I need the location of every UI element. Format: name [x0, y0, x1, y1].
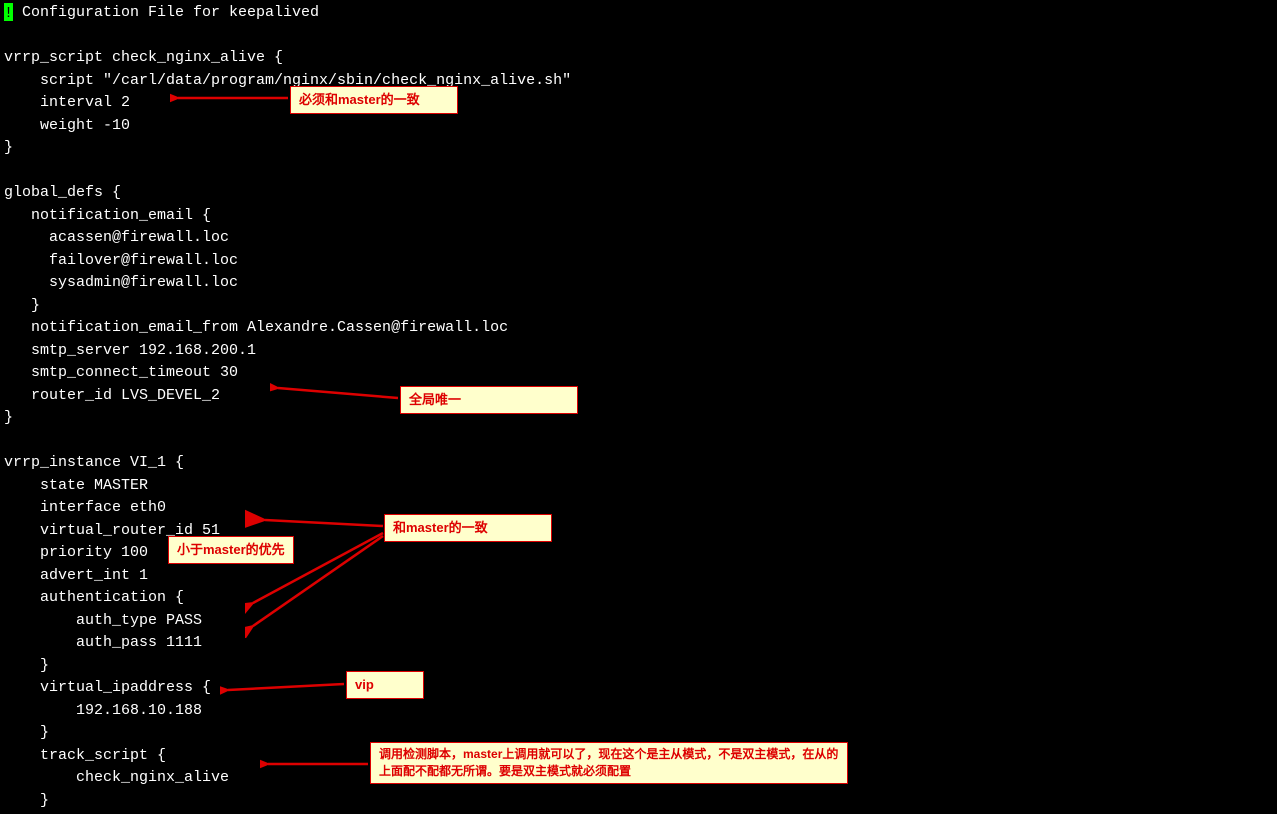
config-line	[4, 25, 1273, 48]
config-line: router_id LVS_DEVEL_2	[4, 385, 1273, 408]
config-line: vrrp_script check_nginx_alive {	[4, 47, 1273, 70]
config-line: virtual_ipaddress {	[4, 677, 1273, 700]
annotation-interval: 必须和master的一致	[290, 86, 458, 114]
config-line: smtp_server 192.168.200.1	[4, 340, 1273, 363]
terminal-output: ! Configuration File for keepalived vrrp…	[0, 0, 1277, 814]
config-line: global_defs {	[4, 182, 1273, 205]
config-line: ! Configuration File for keepalived	[4, 2, 1273, 25]
annotation-routerid: 全局唯一	[400, 386, 578, 414]
annotation-priority: 小于master的优先	[168, 536, 294, 564]
config-line: weight -10	[4, 115, 1273, 138]
config-text: Configuration File for keepalived	[13, 4, 319, 21]
config-line: interface eth0	[4, 497, 1273, 520]
config-line: notification_email {	[4, 205, 1273, 228]
config-line: auth_pass 1111	[4, 632, 1273, 655]
config-line: vrrp_instance VI_1 {	[4, 452, 1273, 475]
annotation-virtual-router: 和master的一致	[384, 514, 552, 542]
annotation-vip: vip	[346, 671, 424, 699]
config-line: failover@firewall.loc	[4, 250, 1273, 273]
config-line: }	[4, 295, 1273, 318]
config-line	[4, 160, 1273, 183]
config-line: smtp_connect_timeout 30	[4, 362, 1273, 385]
config-line: state MASTER	[4, 475, 1273, 498]
config-line: }	[4, 407, 1273, 430]
config-line: authentication {	[4, 587, 1273, 610]
config-line: 192.168.10.188	[4, 700, 1273, 723]
config-line: interval 2	[4, 92, 1273, 115]
annotation-track-script: 调用检测脚本，master上调用就可以了，现在这个是主从模式，不是双主模式，在从…	[370, 742, 848, 784]
config-line: advert_int 1	[4, 565, 1273, 588]
config-line: auth_type PASS	[4, 610, 1273, 633]
config-line: script "/carl/data/program/nginx/sbin/ch…	[4, 70, 1273, 93]
config-line: }	[4, 137, 1273, 160]
config-line: }	[4, 790, 1273, 813]
cursor-indicator: !	[4, 3, 13, 21]
config-line: }	[4, 655, 1273, 678]
config-line: notification_email_from Alexandre.Cassen…	[4, 317, 1273, 340]
config-line: acassen@firewall.loc	[4, 227, 1273, 250]
config-line	[4, 430, 1273, 453]
config-line: sysadmin@firewall.loc	[4, 272, 1273, 295]
